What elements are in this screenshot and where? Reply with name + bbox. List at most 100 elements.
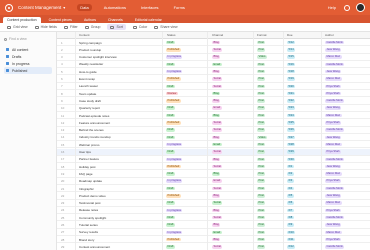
format-cell[interactable]: Post [257, 170, 282, 177]
due-cell[interactable]: 6/7 [287, 207, 320, 214]
header-due[interactable]: Due [287, 32, 293, 39]
header-format[interactable]: Format [257, 32, 267, 39]
status-cell[interactable]: In progress [166, 156, 206, 163]
channel-cell[interactable]: Social [212, 46, 252, 53]
channel-cell[interactable]: Social [212, 76, 252, 83]
content-title-cell[interactable]: Tutorial series [79, 222, 161, 229]
table-row[interactable]: 24 Release notes In progress Blog Post 6/7 Pri… [57, 207, 370, 215]
table-row[interactable]: 3 Customer spotlight interview In progress… [57, 54, 370, 61]
status-cell[interactable]: Published [166, 97, 206, 104]
status-cell[interactable]: Draft [166, 112, 206, 119]
format-cell[interactable]: Post [257, 229, 282, 236]
status-cell[interactable]: Draft [166, 149, 206, 156]
status-cell[interactable]: Draft [166, 170, 206, 177]
format-cell[interactable]: Post [257, 105, 282, 112]
channel-cell[interactable]: Blog [212, 222, 252, 229]
due-cell[interactable]: 6/8 [287, 214, 320, 221]
channel-cell[interactable]: Blog [212, 97, 252, 104]
due-cell[interactable]: 6/11 [287, 236, 320, 243]
author-cell[interactable]: Jess Wang [325, 134, 369, 141]
table-row[interactable]: 6 Event recap Published Social Post 5/19 Marco… [57, 76, 370, 83]
table-row[interactable]: 5 How-to guide In progress Blog Post 5/18 Jess… [57, 68, 370, 76]
format-cell[interactable]: Post [257, 127, 282, 134]
format-cell[interactable]: Post [257, 207, 282, 214]
channel-cell[interactable]: Blog [212, 112, 252, 119]
content-title-cell[interactable]: Event recap [79, 76, 161, 83]
due-cell[interactable]: 5/24 [287, 112, 320, 119]
group-button[interactable]: Group [84, 25, 100, 29]
channel-cell[interactable]: Social [212, 214, 252, 221]
status-cell[interactable]: Draft [166, 61, 206, 68]
channel-cell[interactable]: Social [212, 119, 252, 126]
format-cell[interactable]: Post [257, 192, 282, 199]
due-cell[interactable]: 5/27 [287, 134, 320, 141]
content-title-cell[interactable]: Brand story [79, 236, 161, 243]
table-row[interactable]: 19 FAQ page Draft Blog Post 6/2 Marco Diaz [57, 170, 370, 178]
author-cell[interactable]: Marco Diaz [325, 76, 369, 83]
due-cell[interactable]: 5/20 [287, 83, 320, 90]
content-title-cell[interactable]: Release notes [79, 207, 161, 214]
content-title-cell[interactable]: Case study draft [79, 97, 161, 104]
due-cell[interactable]: 6/3 [287, 178, 320, 185]
due-cell[interactable]: 5/29 [287, 149, 320, 156]
channel-cell[interactable]: Blog [212, 192, 252, 199]
author-cell[interactable]: Priya Shah [325, 149, 369, 156]
sidebar-view-published[interactable]: Published [4, 67, 52, 74]
channel-cell[interactable]: Blog [212, 170, 252, 177]
help-link[interactable]: Help [328, 5, 336, 10]
status-cell[interactable]: Draft [166, 127, 206, 134]
due-cell[interactable]: 5/14 [287, 46, 320, 53]
status-cell[interactable]: Published [166, 192, 206, 199]
channel-cell[interactable]: Social [212, 83, 252, 90]
notification-icon[interactable] [344, 4, 350, 11]
channel-cell[interactable]: Blog [212, 54, 252, 61]
format-cell[interactable]: Post [257, 236, 282, 243]
channel-cell[interactable]: Blog [212, 39, 252, 46]
channel-cell[interactable]: Blog [212, 134, 252, 141]
sidebar-view-drafts[interactable]: Drafts [4, 53, 52, 60]
author-cell[interactable]: Jess Wang [325, 222, 369, 229]
author-cell[interactable]: Camille Morin [325, 185, 369, 192]
sidebar-view-in-progress[interactable]: In progress [4, 60, 52, 67]
author-cell[interactable]: Marco Diaz [325, 112, 369, 119]
content-title-cell[interactable]: Product roundup [79, 46, 161, 53]
content-title-cell[interactable]: How-to guide [79, 68, 161, 75]
author-cell[interactable]: Camille Morin [325, 156, 369, 163]
due-cell[interactable]: 6/9 [287, 222, 320, 229]
table-row[interactable]: 15 Webinar promo In progress Email Post 5/28 M… [57, 141, 370, 149]
channel-cell[interactable]: Social [212, 127, 252, 134]
color-button[interactable]: Color [132, 25, 147, 29]
status-cell[interactable]: Review [166, 90, 206, 97]
channel-cell[interactable]: Blog [212, 156, 252, 163]
due-cell[interactable]: 6/12 [287, 243, 320, 250]
due-cell[interactable]: 6/5 [287, 192, 320, 199]
format-cell[interactable]: Video [257, 134, 282, 141]
due-cell[interactable]: 6/10 [287, 229, 320, 236]
author-cell[interactable]: Jess Wang [325, 68, 369, 75]
table-row[interactable]: 28 Brand story Published Blog Post 6/11 Priya … [57, 236, 370, 244]
table-row[interactable]: 22 Product demo video Published Blog Post 6/5… [57, 192, 370, 200]
content-title-cell[interactable]: Quarterly report [79, 105, 161, 112]
status-cell[interactable]: Draft [166, 214, 206, 221]
nav-forms[interactable]: Forms [171, 4, 188, 11]
table-row[interactable]: 7 Launch teaser Draft Social Post 5/20 Priya S… [57, 83, 370, 91]
format-cell[interactable]: Post [257, 243, 282, 250]
sidebar-view-all-content[interactable]: All content [4, 46, 52, 53]
content-title-cell[interactable]: Contest announcement [79, 243, 161, 250]
table-row[interactable]: 21 Infographic Draft Social Post 6/4 Camille M… [57, 185, 370, 193]
due-cell[interactable]: 6/4 [287, 185, 320, 192]
author-cell[interactable]: Camille Morin [325, 61, 369, 68]
table-row[interactable]: 1 Spring campaign Draft Blog Post 5/12 Camille… [57, 39, 370, 47]
table-row[interactable]: 2 Product roundup Published Social Post 5/14 J… [57, 46, 370, 54]
channel-cell[interactable]: Email [212, 105, 252, 112]
content-title-cell[interactable]: Roadmap update [79, 178, 161, 185]
author-cell[interactable]: Priya Shah [325, 207, 369, 214]
due-cell[interactable]: 5/16 [287, 61, 320, 68]
content-title-cell[interactable]: Infographic [79, 185, 161, 192]
format-cell[interactable]: Post [257, 83, 282, 90]
status-cell[interactable]: In progress [166, 68, 206, 75]
content-title-cell[interactable]: Feature announcement [79, 119, 161, 126]
table-row[interactable]: 20 Roadmap update In progress Email Post 6/3 P… [57, 178, 370, 185]
format-cell[interactable]: Post [257, 119, 282, 126]
due-cell[interactable]: 5/15 [287, 54, 320, 61]
